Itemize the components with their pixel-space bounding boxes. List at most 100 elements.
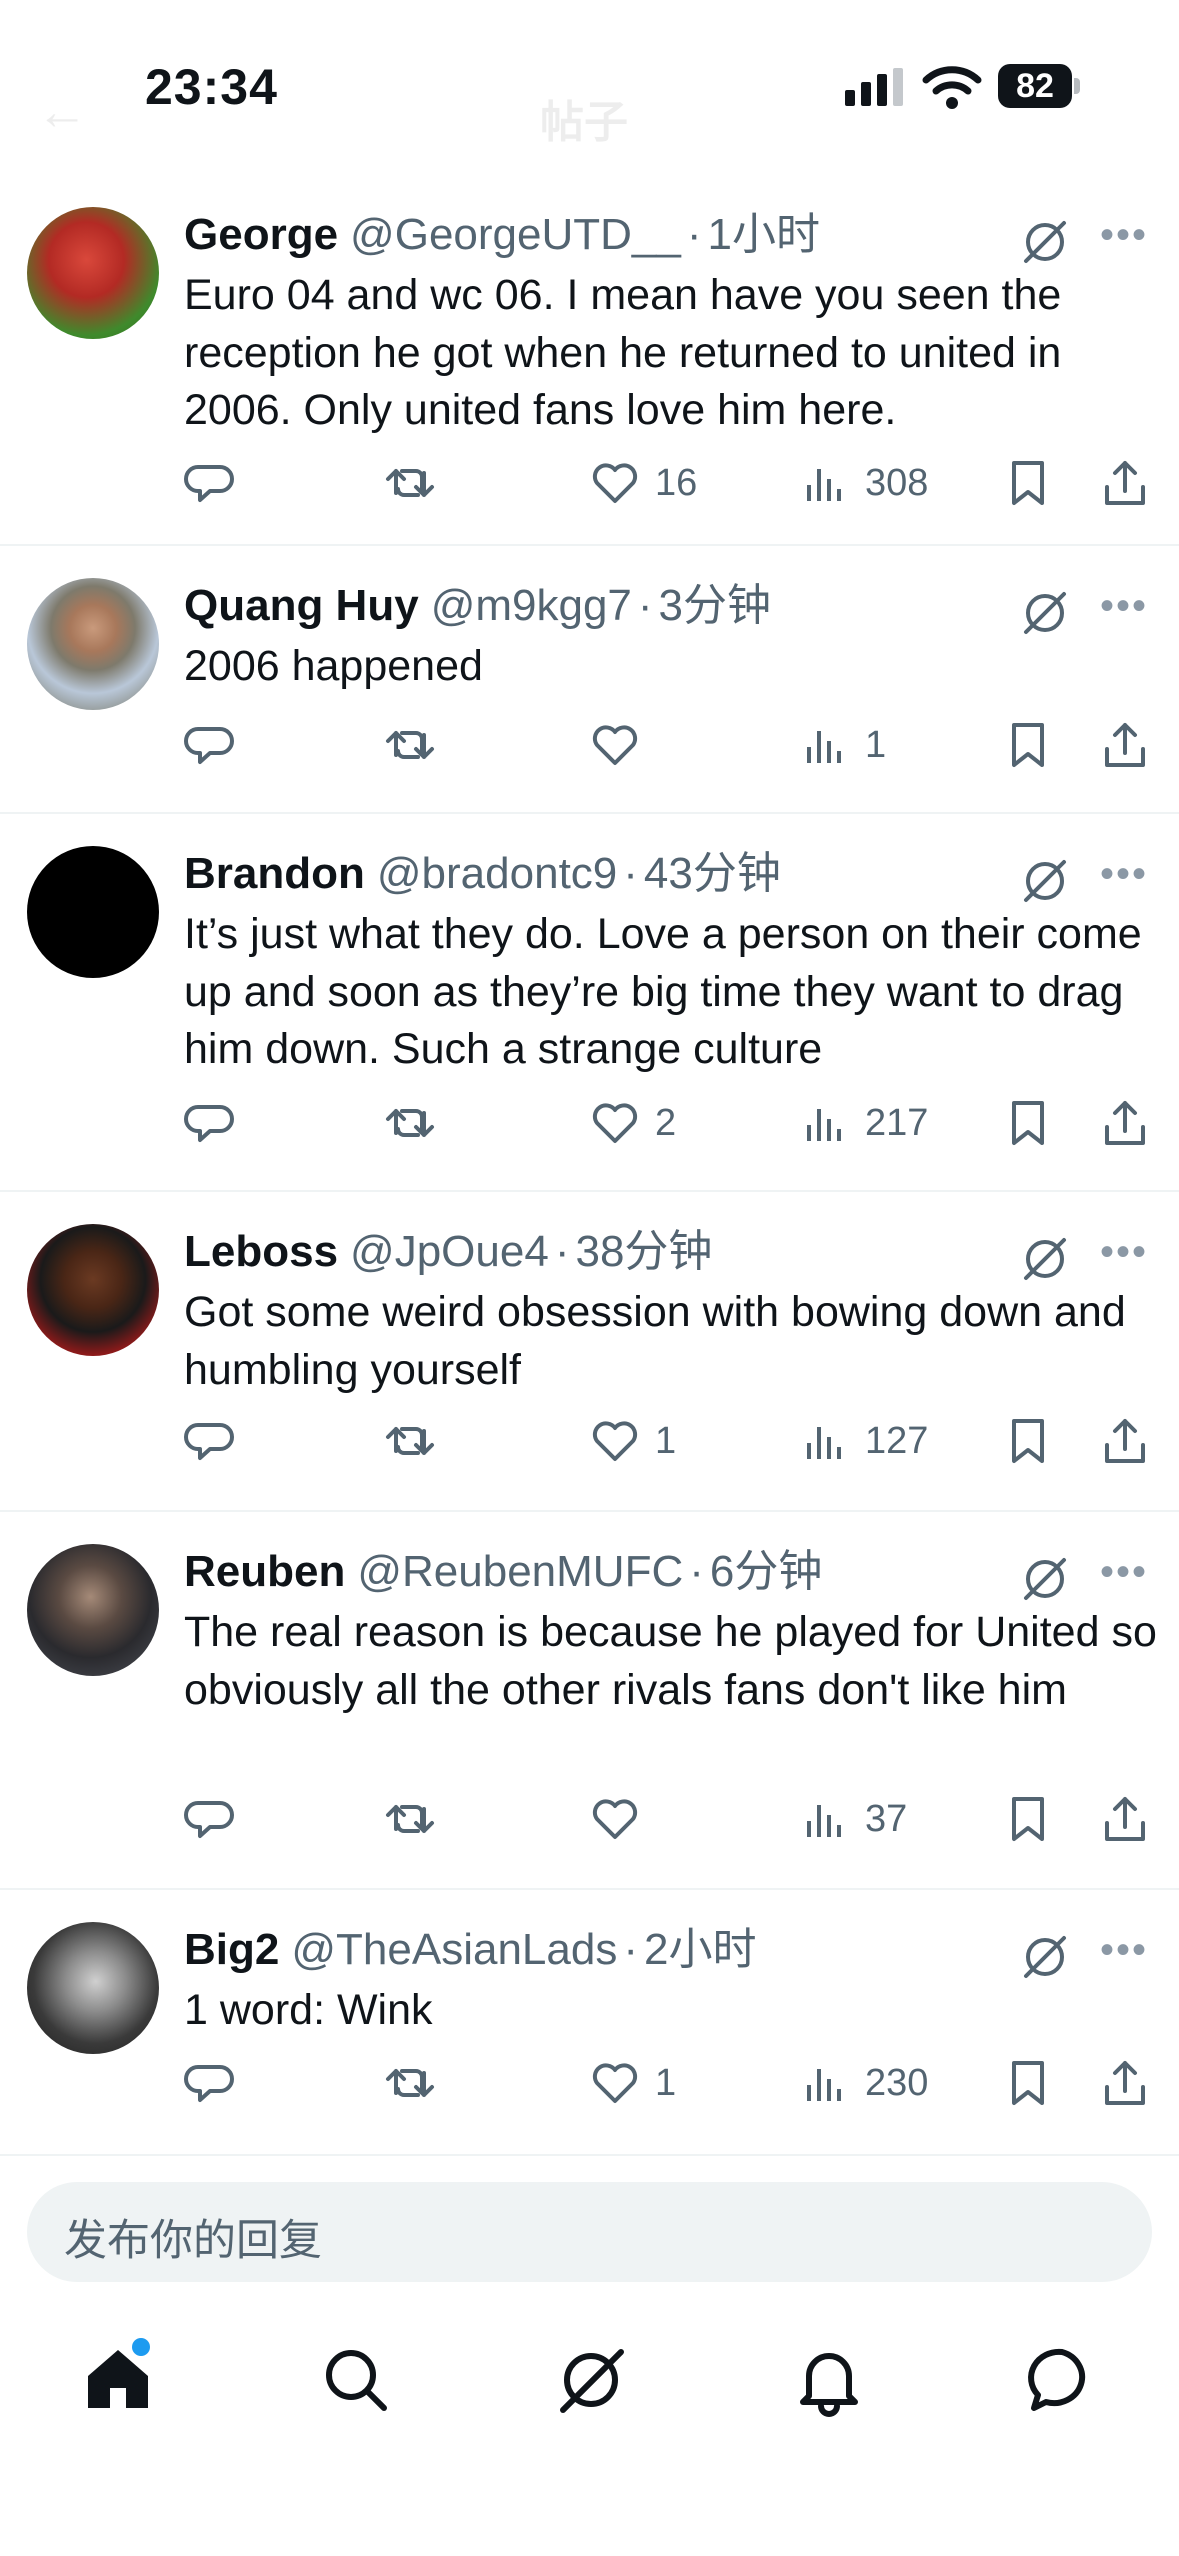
handle[interactable]: @ReubenMUFC — [357, 1547, 683, 1596]
handle[interactable]: @TheAsianLads — [291, 1925, 617, 1974]
grok-icon[interactable] — [1020, 1234, 1070, 1284]
avatar[interactable] — [27, 1224, 159, 1356]
reply-text: Euro 04 and wc 06. I mean have you seen … — [184, 271, 1062, 434]
reply-button[interactable] — [184, 1093, 236, 1153]
retweet-button[interactable] — [384, 1411, 436, 1471]
avatar[interactable] — [27, 1922, 159, 2054]
like-count: 16 — [655, 461, 698, 504]
display-name[interactable]: Reuben — [184, 1547, 345, 1596]
display-name[interactable]: Leboss — [184, 1227, 338, 1276]
grok-icon[interactable] — [1020, 1932, 1070, 1982]
handle[interactable]: @m9kgg7 — [431, 581, 632, 630]
more-icon[interactable]: ••• — [1100, 584, 1148, 629]
bookmark-icon — [1012, 2061, 1044, 2105]
reply-item[interactable]: Reuben @ReubenMUFC · 6分钟 ••• The real reaso… — [0, 1512, 1179, 1890]
share-icon — [1105, 1797, 1145, 1841]
like-button[interactable]: 16 — [589, 453, 697, 513]
share-button[interactable] — [1099, 1789, 1151, 1849]
like-button[interactable] — [589, 715, 655, 775]
reply-header: Reuben @ReubenMUFC · 6分钟 — [184, 1547, 823, 1596]
views-button[interactable]: 217 — [799, 1093, 928, 1153]
views-icon — [807, 1427, 841, 1459]
avatar[interactable] — [27, 1544, 159, 1676]
grok-icon[interactable] — [1020, 856, 1070, 906]
search-icon[interactable] — [316, 2340, 396, 2420]
reply-header: Leboss @JpOue4 · 38分钟 — [184, 1227, 713, 1276]
reply-item[interactable]: George @GeorgeUTD__ · 1小时 ••• Euro 04 and w… — [0, 175, 1179, 546]
bookmark-button[interactable] — [1002, 715, 1054, 775]
reply-header: Big2 @TheAsianLads · 2小时 — [184, 1925, 757, 1974]
share-icon — [1105, 723, 1145, 767]
heart-icon — [592, 1799, 638, 1839]
more-icon[interactable]: ••• — [1100, 1928, 1148, 1973]
retweet-button[interactable] — [384, 453, 436, 513]
display-name[interactable]: Big2 — [184, 1925, 279, 1974]
retweet-button[interactable] — [384, 715, 436, 775]
reply-composer[interactable]: 发布你的回复 — [27, 2182, 1152, 2282]
reply-item[interactable]: Brandon @bradontc9 · 43分钟 ••• It’s just wha… — [0, 814, 1179, 1192]
share-icon — [1105, 461, 1145, 505]
like-button[interactable] — [589, 1789, 655, 1849]
cellular-signal-icon — [845, 68, 903, 106]
bookmark-button[interactable] — [1002, 1411, 1054, 1471]
share-button[interactable] — [1099, 2053, 1151, 2113]
messages-icon[interactable] — [1022, 2340, 1102, 2420]
share-button[interactable] — [1099, 1411, 1151, 1471]
retweet-button[interactable] — [384, 1789, 436, 1849]
share-button[interactable] — [1099, 715, 1151, 775]
reply-button[interactable] — [184, 715, 236, 775]
avatar[interactable] — [27, 207, 159, 339]
grok-icon[interactable] — [551, 2340, 631, 2420]
views-button[interactable]: 230 — [799, 2053, 928, 2113]
handle[interactable]: @bradontc9 — [377, 849, 617, 898]
share-button[interactable] — [1099, 1093, 1151, 1153]
like-button[interactable]: 1 — [589, 2053, 676, 2113]
bookmark-icon — [1012, 1797, 1044, 1841]
avatar[interactable] — [27, 846, 159, 978]
page-title: 帖子 — [540, 98, 628, 147]
reply-item[interactable]: Big2 @TheAsianLads · 2小时 ••• 1 word: Wink 1… — [0, 1890, 1179, 2156]
retweet-button[interactable] — [384, 1093, 436, 1153]
reply-button[interactable] — [184, 1789, 236, 1849]
views-button[interactable]: 1 — [799, 715, 886, 775]
retweet-button[interactable] — [384, 2053, 436, 2113]
handle[interactable]: @JpOue4 — [350, 1227, 549, 1276]
avatar[interactable] — [27, 578, 159, 710]
more-icon[interactable]: ••• — [1100, 1550, 1148, 1595]
reply-item[interactable]: Quang Huy @m9kgg7 · 3分钟 ••• 2006 happened 1 — [0, 546, 1179, 814]
bookmark-button[interactable] — [1002, 2053, 1054, 2113]
views-icon — [807, 1109, 841, 1141]
notifications-icon[interactable] — [789, 2340, 869, 2420]
views-button[interactable]: 37 — [799, 1789, 907, 1849]
more-icon[interactable]: ••• — [1100, 852, 1148, 897]
reply-item[interactable]: Leboss @JpOue4 · 38分钟 ••• Got some weird ob… — [0, 1192, 1179, 1512]
like-button[interactable]: 1 — [589, 1411, 676, 1471]
views-button[interactable]: 308 — [799, 453, 928, 513]
battery-level: 82 — [998, 64, 1072, 108]
share-button[interactable] — [1099, 453, 1151, 513]
back-arrow-icon[interactable]: ← — [36, 82, 88, 142]
display-name[interactable]: George — [184, 210, 338, 259]
grok-icon[interactable] — [1020, 588, 1070, 638]
more-icon[interactable]: ••• — [1100, 1230, 1148, 1275]
more-icon[interactable]: ••• — [1100, 213, 1148, 258]
reply-text: 1 word: Wink — [184, 1986, 433, 2034]
views-button[interactable]: 127 — [799, 1411, 928, 1471]
bookmark-button[interactable] — [1002, 1093, 1054, 1153]
view-count: 217 — [865, 1101, 929, 1144]
display-name[interactable]: Brandon — [184, 849, 365, 898]
display-name[interactable]: Quang Huy — [184, 581, 419, 630]
grok-icon[interactable] — [1020, 1554, 1070, 1604]
heart-icon — [592, 725, 638, 765]
view-count: 308 — [865, 461, 929, 504]
bookmark-button[interactable] — [1002, 1789, 1054, 1849]
like-button[interactable]: 2 — [589, 1093, 676, 1153]
bookmark-icon — [1012, 461, 1044, 505]
grok-icon[interactable] — [1020, 217, 1070, 267]
reply-button[interactable] — [184, 453, 236, 513]
bookmark-icon — [1012, 1419, 1044, 1463]
reply-button[interactable] — [184, 1411, 236, 1471]
handle[interactable]: @GeorgeUTD__ — [350, 210, 681, 259]
bookmark-button[interactable] — [1002, 453, 1054, 513]
reply-button[interactable] — [184, 2053, 236, 2113]
